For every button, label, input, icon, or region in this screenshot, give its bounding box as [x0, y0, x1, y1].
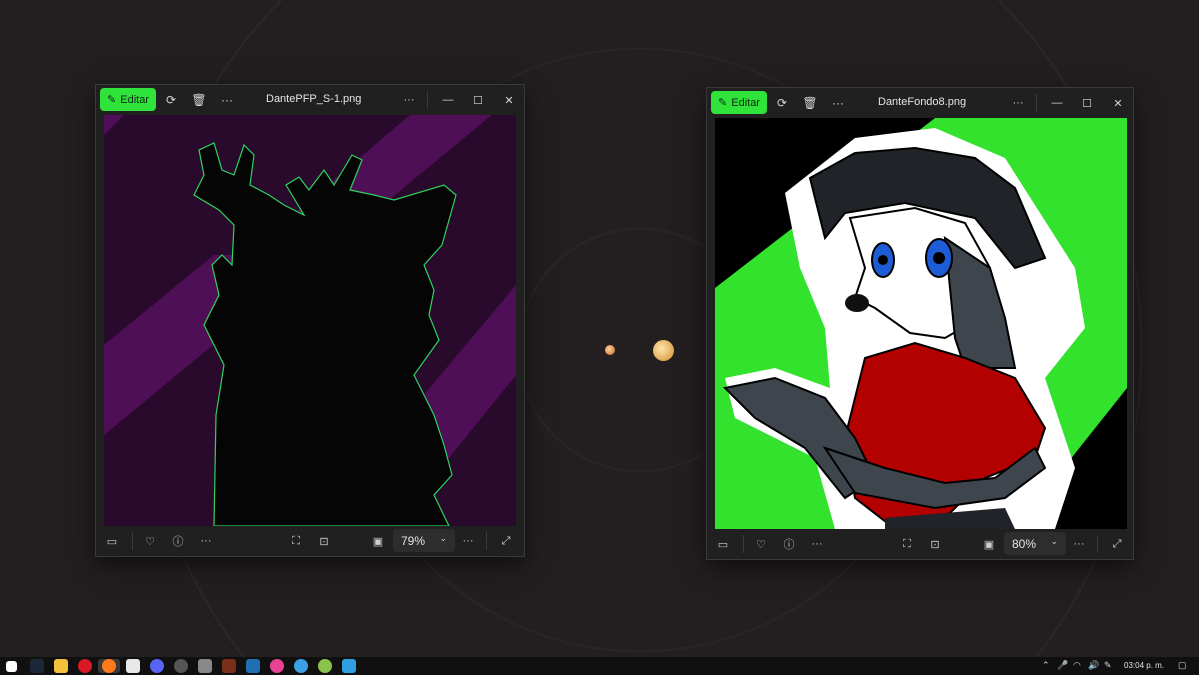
wifi-icon[interactable]: ◠: [1073, 660, 1081, 671]
chevron-down-icon: ⌄: [439, 533, 447, 543]
title-bar: ✎ Editar ⟳ 🗑 ··· DanteFondo8.png ··· — ☐…: [707, 88, 1133, 118]
view-icon[interactable]: ▣: [370, 533, 386, 549]
more-icon[interactable]: ···: [829, 94, 847, 112]
title-bar: ✎ Editar ⟳ 🗑 ··· DantePFP_S-1.png ··· — …: [96, 85, 524, 115]
photos-icon[interactable]: [342, 659, 356, 673]
trash-icon[interactable]: 🗑: [190, 91, 208, 109]
more-icon[interactable]: ···: [1009, 94, 1027, 112]
window-title: DanteFondo8.png: [878, 96, 967, 108]
notepad-icon[interactable]: [126, 659, 140, 673]
image-canvas[interactable]: [715, 118, 1127, 529]
heart-icon[interactable]: ♡: [142, 533, 158, 549]
more-icon[interactable]: ···: [198, 533, 214, 549]
silhouette-image: [104, 115, 516, 526]
fit-icon[interactable]: ⛶: [899, 536, 915, 552]
vs-icon[interactable]: [246, 659, 260, 673]
expand-icon[interactable]: ⤢: [498, 533, 514, 549]
pen-icon[interactable]: ✎: [1104, 660, 1112, 671]
status-bar: ▭ ♡ ⓘ ··· ⛶ ⊡ ▣ 80% ⌄ ··· ⤢: [707, 529, 1133, 559]
microphone-icon[interactable]: 🎤: [1057, 660, 1068, 671]
taskbar: ⌃ 🎤 ◠ 🔊 ✎ 03:04 p. m. ▢: [0, 657, 1199, 675]
start-icon[interactable]: [6, 661, 17, 672]
discord-icon[interactable]: [150, 659, 164, 673]
app-icon[interactable]: [222, 659, 236, 673]
edit-label: Editar: [120, 93, 149, 106]
minimize-icon[interactable]: —: [1048, 94, 1066, 112]
minimize-icon[interactable]: —: [439, 91, 457, 109]
filmstrip-icon[interactable]: ▭: [104, 533, 120, 549]
info-icon[interactable]: ⓘ: [170, 533, 186, 549]
more-icon[interactable]: ···: [460, 533, 476, 549]
more-icon[interactable]: ···: [1071, 536, 1087, 552]
zoom-value: 79%: [401, 533, 426, 548]
filmstrip-icon[interactable]: ▭: [715, 536, 731, 552]
chevron-down-icon: ⌄: [1050, 536, 1058, 546]
close-icon[interactable]: ✕: [500, 91, 518, 109]
window-title: DantePFP_S-1.png: [266, 93, 362, 105]
zoom-dropdown[interactable]: 79% ⌄: [393, 529, 455, 552]
close-icon[interactable]: ✕: [1109, 94, 1127, 112]
notification-icon[interactable]: ▢: [1178, 660, 1187, 671]
zoom-dropdown[interactable]: 80% ⌄: [1004, 532, 1066, 555]
pencil-icon: ✎: [718, 97, 728, 109]
edit-button[interactable]: ✎ Editar: [711, 91, 767, 114]
view-icon[interactable]: ▣: [981, 536, 997, 552]
app-icon[interactable]: [198, 659, 212, 673]
character-image: [715, 118, 1127, 529]
zoom-value: 80%: [1012, 536, 1037, 551]
small-planet-decoration: [605, 345, 615, 355]
info-icon[interactable]: ⓘ: [781, 536, 797, 552]
edit-label: Editar: [731, 96, 760, 109]
maximize-icon[interactable]: ☐: [469, 91, 487, 109]
photo-viewer-window-1: ✎ Editar ⟳ 🗑 ··· DantePFP_S-1.png ··· — …: [95, 84, 525, 557]
image-canvas[interactable]: [104, 115, 516, 526]
more-icon[interactable]: ···: [218, 91, 236, 109]
text-scan-icon[interactable]: ⊡: [316, 533, 332, 549]
more-icon[interactable]: ···: [809, 536, 825, 552]
opera-icon[interactable]: [78, 659, 92, 673]
folder-icon[interactable]: [54, 659, 68, 673]
rotate-icon[interactable]: ⟳: [773, 94, 791, 112]
taskbar-clock[interactable]: 03:04 p. m.: [1124, 661, 1164, 670]
firefox-icon[interactable]: [102, 659, 116, 673]
trash-icon[interactable]: 🗑: [801, 94, 819, 112]
edit-button[interactable]: ✎ Editar: [100, 88, 156, 111]
pencil-icon: ✎: [107, 94, 117, 106]
chevron-up-icon[interactable]: ⌃: [1042, 660, 1050, 671]
heart-icon[interactable]: ♡: [753, 536, 769, 552]
status-bar: ▭ ♡ ⓘ ··· ⛶ ⊡ ▣ 79% ⌄ ··· ⤢: [96, 526, 524, 556]
settings-icon[interactable]: [174, 659, 188, 673]
maximize-icon[interactable]: ☐: [1078, 94, 1096, 112]
app-icon[interactable]: [318, 659, 332, 673]
more-icon[interactable]: ···: [400, 91, 418, 109]
app-icon[interactable]: [294, 659, 308, 673]
app-icon[interactable]: [270, 659, 284, 673]
volume-icon[interactable]: 🔊: [1088, 660, 1099, 671]
fit-icon[interactable]: ⛶: [288, 533, 304, 549]
expand-icon[interactable]: ⤢: [1109, 536, 1125, 552]
steam-icon[interactable]: [30, 659, 44, 673]
large-planet-decoration: [653, 340, 674, 361]
photo-viewer-window-2: ✎ Editar ⟳ 🗑 ··· DanteFondo8.png ··· — ☐…: [706, 87, 1134, 560]
text-scan-icon[interactable]: ⊡: [927, 536, 943, 552]
rotate-icon[interactable]: ⟳: [162, 91, 180, 109]
